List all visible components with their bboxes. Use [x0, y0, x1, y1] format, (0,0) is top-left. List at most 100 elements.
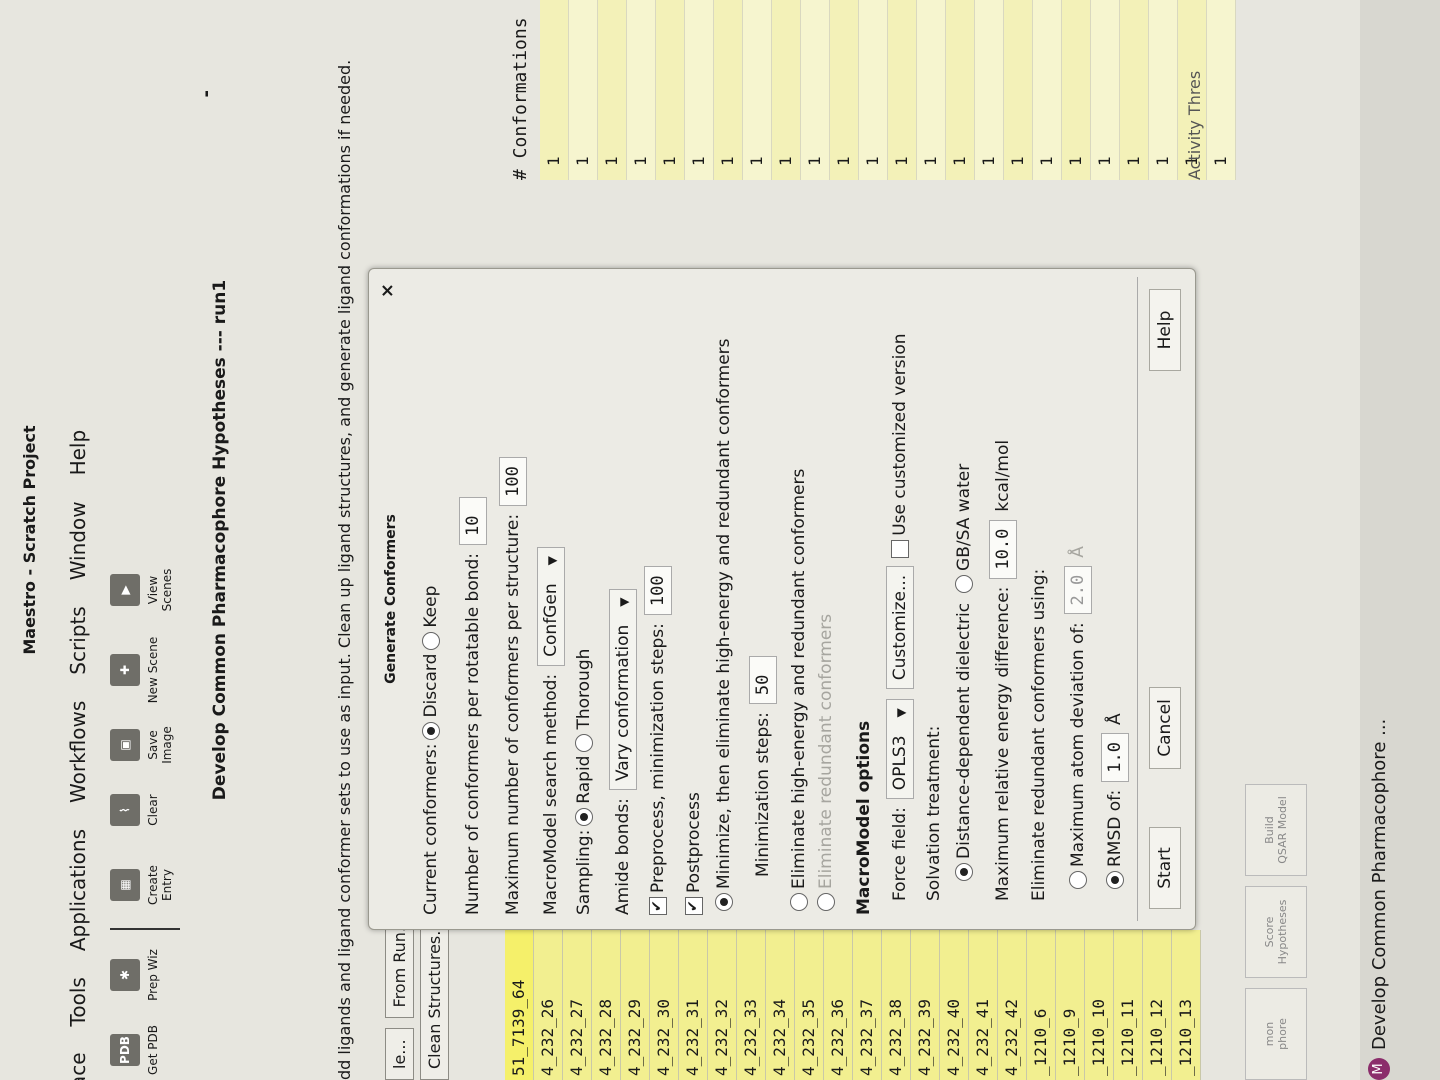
table-row[interactable]: 4_232_28 [592, 930, 621, 1080]
energy-label: Maximum relative energy difference: [993, 586, 1013, 901]
per-bond-label: Number of conformers per rotatable bond: [463, 552, 483, 915]
start-button[interactable]: Start [1149, 827, 1181, 909]
table-row[interactable]: 4_232_30 [650, 930, 679, 1080]
gbsa-water-radio[interactable] [955, 574, 973, 593]
from-file-button[interactable]: le... [385, 1028, 414, 1080]
table-row[interactable]: 4_232_42 [998, 930, 1027, 1080]
force-field-select[interactable]: OPLS3 ▼ [886, 699, 914, 800]
search-method-select[interactable]: ConfGen ▼ [537, 547, 565, 666]
table-row[interactable]: 4_232_27 [563, 930, 592, 1080]
step-build-qsar[interactable]: Build QSAR Model [1245, 784, 1307, 876]
keep-radio[interactable] [422, 631, 440, 650]
conformations-column: 1 1 1 1 1 1 1 1 1 1 1 1 1 1 1 1 1 1 1 1 … [540, 0, 1236, 180]
energy-field[interactable]: 10.0 [989, 519, 1017, 579]
amide-bonds-label: Amide bonds: [613, 798, 633, 915]
distance-dielectric-radio[interactable] [955, 863, 973, 881]
create-entry-button[interactable]: ▦ Create Entry [110, 850, 174, 920]
get-pdb-button[interactable]: PDB Get PDB [110, 1015, 160, 1080]
menu-help[interactable]: Help [66, 430, 90, 476]
clear-button[interactable]: ⌇ Clear [110, 775, 160, 845]
conformation-cell: 1 [627, 0, 656, 180]
discard-radio[interactable] [422, 721, 440, 740]
table-row[interactable]: _1210_6 [1027, 930, 1056, 1080]
ligand-column: 51_7139_64 4_232_26 4_232_27 4_232_28 4_… [505, 930, 1201, 1080]
rapid-radio[interactable] [575, 807, 593, 826]
table-row[interactable]: 4_232_26 [534, 930, 563, 1080]
menu-applications[interactable]: Applications [66, 829, 90, 951]
step-pharmacophore[interactable]: mon phore [1245, 988, 1307, 1080]
per-bond-field[interactable]: 10 [459, 496, 487, 545]
thorough-radio[interactable] [575, 733, 593, 752]
table-row[interactable]: 4_232_35 [795, 930, 824, 1080]
min-steps-field[interactable]: 50 [749, 656, 777, 705]
clean-structures-button[interactable]: Clean Structures... [420, 909, 449, 1080]
menu-tools[interactable]: Tools [66, 977, 90, 1026]
minimize-eliminate-radio[interactable] [715, 893, 733, 911]
menu-workspace[interactable]: ace [66, 1052, 90, 1080]
table-row[interactable]: 4_232_33 [737, 930, 766, 1080]
rmsd-row: RMSD of: 1.0 Å [1101, 713, 1129, 893]
amide-bonds-select[interactable]: Vary conformation ▼ [609, 588, 637, 791]
preprocess-steps-field[interactable]: 100 [644, 566, 672, 616]
atom-deviation-field[interactable]: 2.0 [1064, 565, 1092, 615]
table-row[interactable]: 4_232_36 [824, 930, 853, 1080]
discard-label: Discard [421, 653, 441, 718]
table-row[interactable]: 4_232_39 [911, 930, 940, 1080]
clean-button-row: Clean Structures... [420, 909, 449, 1080]
atom-deviation-label: Maximum atom deviation of: [1068, 622, 1088, 867]
custom-version-checkbox[interactable] [891, 539, 909, 558]
cancel-button[interactable]: Cancel [1149, 687, 1181, 769]
step-score-hypotheses[interactable]: Score Hypotheses [1245, 886, 1307, 978]
energy-unit: kcal/mol [993, 439, 1013, 512]
close-icon[interactable]: × [377, 283, 398, 298]
table-row[interactable]: 4_232_32 [708, 930, 737, 1080]
panel-minimize-button[interactable]: - [196, 90, 217, 97]
table-row[interactable]: _1210_13 [1172, 930, 1201, 1080]
new-scene-button[interactable]: ✚ New Scene [110, 635, 160, 705]
eliminate-redundant-row: Eliminate redundant conformers [816, 614, 836, 915]
eliminate-redundant-radio[interactable] [817, 893, 835, 911]
customize-button[interactable]: Customize... [886, 565, 914, 690]
save-image-button[interactable]: ▣ Save Image [110, 710, 174, 780]
view-scenes-button[interactable]: ▶ View Scenes [110, 555, 174, 625]
max-conformers-field[interactable]: 100 [499, 457, 527, 506]
help-button[interactable]: Help [1149, 289, 1181, 371]
keep-label: Keep [421, 585, 441, 628]
conformation-cell: 1 [1062, 0, 1091, 180]
table-row[interactable]: 4_232_38 [882, 930, 911, 1080]
table-row[interactable]: _1210_12 [1143, 930, 1172, 1080]
conformation-cell: 1 [801, 0, 830, 180]
table-row[interactable]: _1210_9 [1056, 930, 1085, 1080]
table-row[interactable]: 4_232_37 [853, 930, 882, 1080]
menu-window[interactable]: Window [66, 501, 90, 580]
atom-deviation-radio[interactable] [1069, 871, 1087, 889]
clapper-plus-icon: ✚ [110, 654, 140, 686]
menu-scripts[interactable]: Scripts [66, 606, 90, 674]
table-row[interactable]: _1210_10 [1085, 930, 1114, 1080]
rmsd-field[interactable]: 1.0 [1101, 733, 1129, 782]
image-icon: ▣ [110, 729, 140, 761]
menu-workflows[interactable]: Workflows [66, 701, 90, 803]
conformation-cell: 1 [1120, 0, 1149, 180]
eliminate-high-energy-radio[interactable] [790, 893, 808, 911]
preprocess-checkbox[interactable]: ✔ [649, 897, 667, 915]
rmsd-radio[interactable] [1106, 871, 1124, 889]
chevron-down-icon: ▼ [617, 597, 631, 607]
conformation-cell: 1 [685, 0, 714, 180]
table-row[interactable]: 4_232_31 [679, 930, 708, 1080]
prep-wiz-button[interactable]: ✱ Prep Wiz [110, 940, 160, 1010]
table-row[interactable]: 4_232_41 [969, 930, 998, 1080]
table-row[interactable]: 4_232_29 [621, 930, 650, 1080]
taskbar-item[interactable]: M Develop Common Pharmacophore ... [1368, 719, 1390, 1080]
table-row[interactable]: 4_232_40 [940, 930, 969, 1080]
table-row[interactable]: 4_232_34 [766, 930, 795, 1080]
postprocess-checkbox[interactable]: ✔ [685, 897, 703, 915]
conformation-cell: 1 [743, 0, 772, 180]
table-row[interactable]: _1210_11 [1114, 930, 1143, 1080]
table-row[interactable]: 51_7139_64 [505, 930, 534, 1080]
conformations-header[interactable]: # Conformations [510, 0, 531, 180]
conformation-cell: 1 [946, 0, 975, 180]
postprocess-row: ✔ Postprocess [684, 792, 704, 915]
rapid-label: Rapid [574, 755, 594, 804]
current-conformers-row: Current conformers: Discard Keep [421, 586, 441, 915]
